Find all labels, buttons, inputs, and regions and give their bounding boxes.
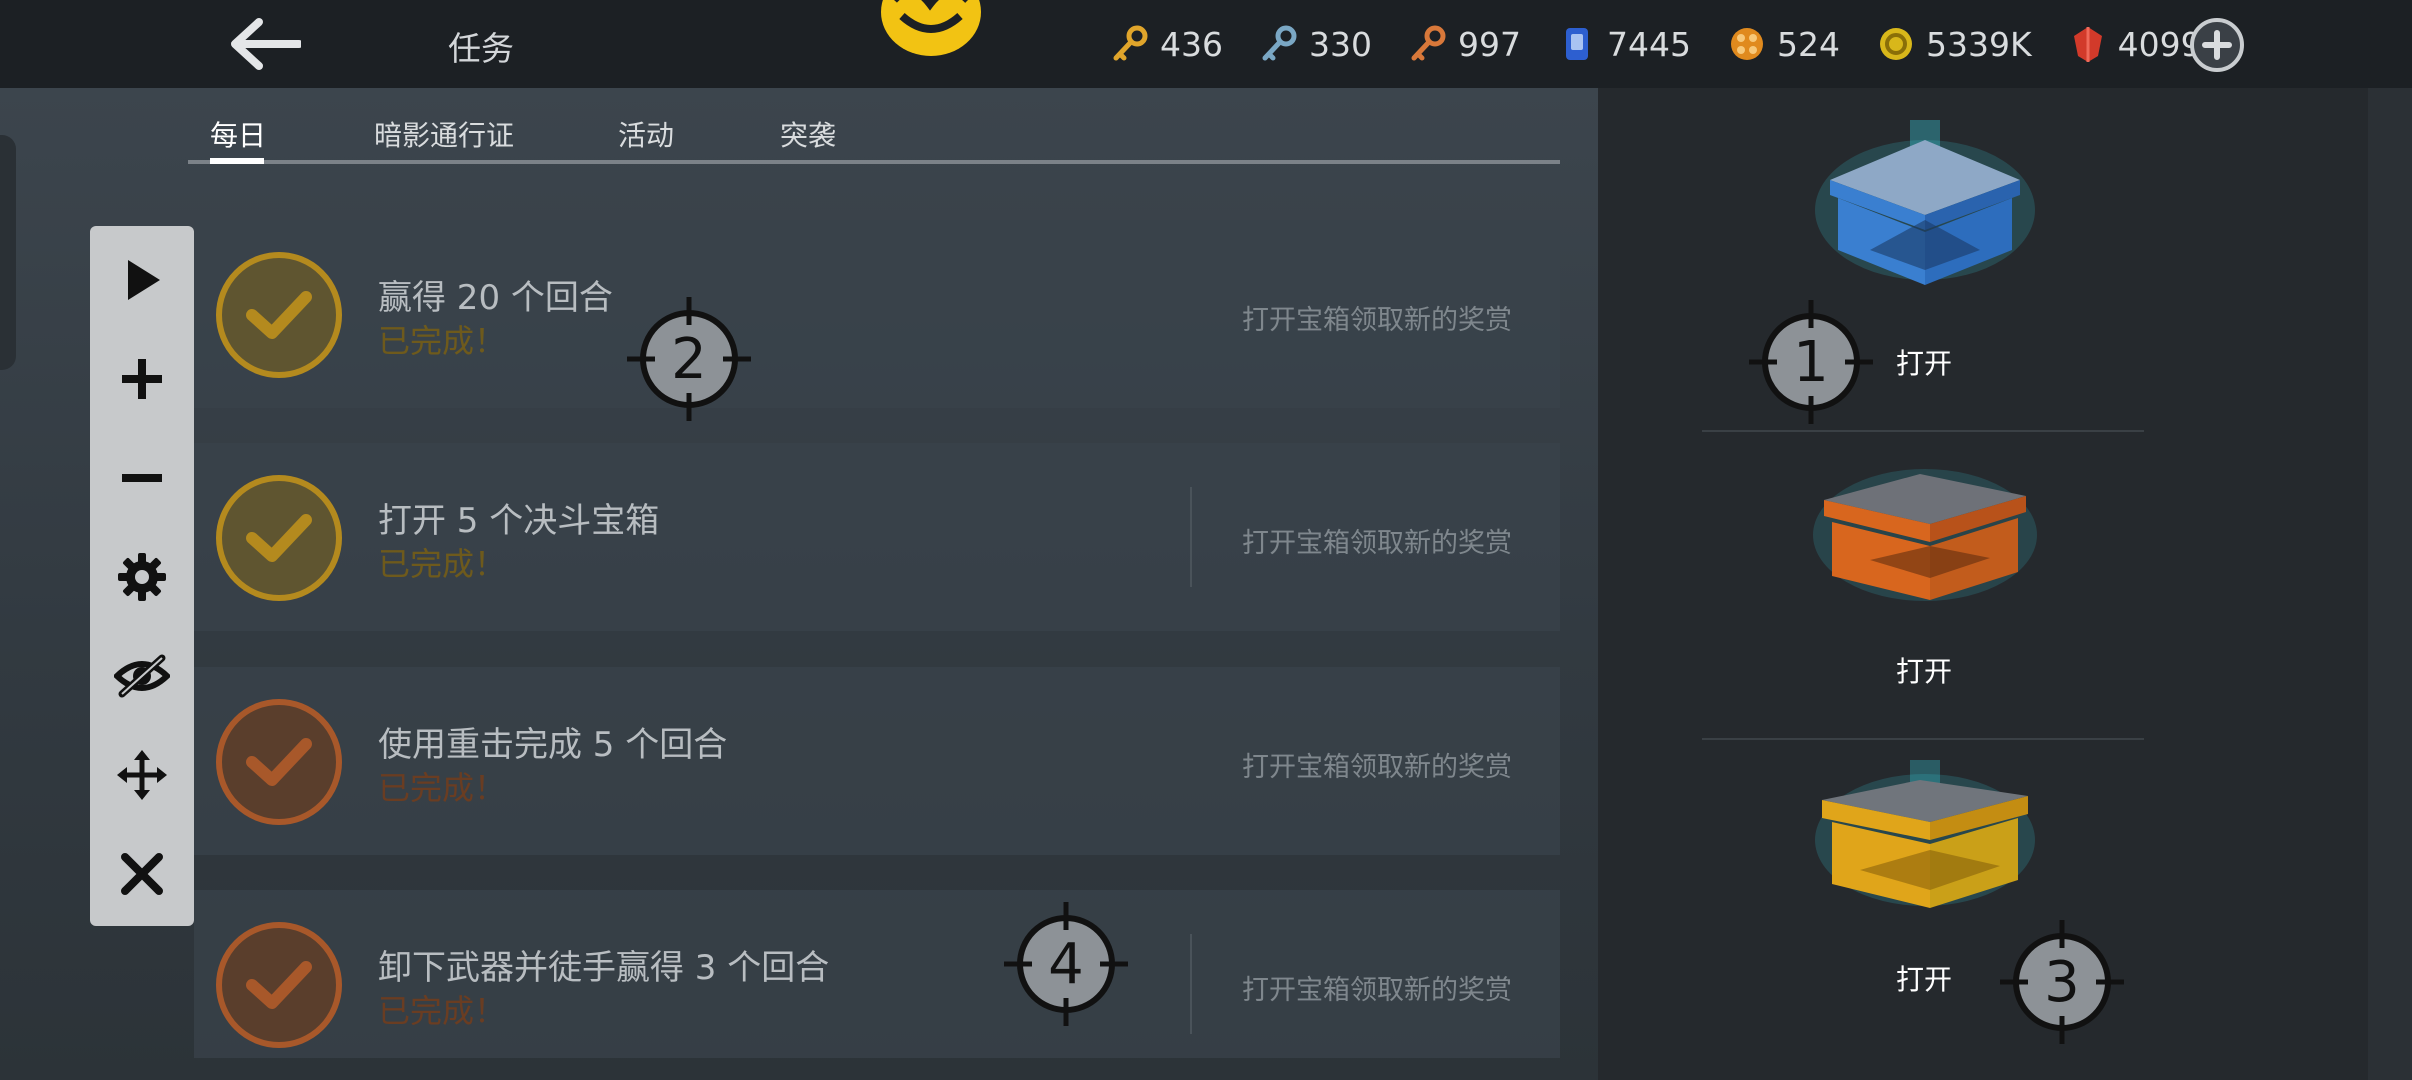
- resource-value: 330: [1309, 24, 1372, 64]
- open-chest-button[interactable]: 打开: [1864, 958, 1984, 998]
- checkmark-icon: [246, 961, 312, 1009]
- marker-label: 1: [1793, 329, 1829, 395]
- task-row: 打开 5 个决斗宝箱 已完成！ 打开宝箱领取新的奖赏: [194, 443, 1560, 631]
- resource-bronze-key: 997: [1408, 24, 1521, 64]
- resource-value: 997: [1458, 24, 1521, 64]
- marker-label: 4: [1048, 931, 1084, 997]
- card-icon: [1566, 28, 1588, 60]
- task-title: 打开 5 个决斗宝箱: [378, 501, 660, 541]
- zoom-in-button[interactable]: [112, 349, 172, 409]
- add-currency-button[interactable]: [2190, 18, 2244, 72]
- ruby-icon: [2073, 27, 2102, 62]
- plus-icon: [2202, 30, 2232, 60]
- marker-label: 2: [671, 326, 707, 392]
- task-status: 已完成！: [378, 992, 507, 1030]
- resource-rubies: 4099: [2068, 24, 2202, 64]
- crosshair-marker[interactable]: 4: [1004, 902, 1128, 1026]
- move-icon: [117, 750, 167, 800]
- checkmark-icon: [246, 514, 312, 562]
- task-divider: [1190, 934, 1192, 1034]
- move-button[interactable]: [112, 745, 172, 805]
- resource-cards: 7445: [1557, 24, 1691, 64]
- close-button[interactable]: [112, 844, 172, 904]
- tab-shadow-pass[interactable]: 暗影通行证: [374, 114, 514, 154]
- close-icon: [121, 853, 163, 895]
- marker-label: 3: [2044, 949, 2080, 1015]
- chest-separator: [1702, 738, 2144, 740]
- resource-blue-key: 330: [1259, 24, 1372, 64]
- task-complete-badge: [216, 699, 342, 825]
- top-bar: 任务 436 330 997 7445 524 5339K 4099: [0, 0, 2412, 88]
- minus-icon: [122, 474, 162, 482]
- task-reward-hint: 打开宝箱领取新的奖赏: [1242, 528, 1512, 559]
- tab-raid[interactable]: 突袭: [780, 114, 836, 154]
- task-row: 使用重击完成 5 个回合 已完成！ 打开宝箱领取新的奖赏: [194, 667, 1560, 855]
- open-chest-button[interactable]: 打开: [1864, 650, 1984, 690]
- task-status: 已完成！: [378, 545, 507, 583]
- play-icon: [128, 260, 160, 300]
- resource-coins: 5339K: [1876, 24, 2032, 64]
- gear-icon: [118, 553, 166, 601]
- task-title: 使用重击完成 5 个回合: [378, 725, 728, 765]
- resource-value: 7445: [1607, 24, 1691, 64]
- plus-icon: [122, 359, 162, 399]
- resource-value: 524: [1776, 24, 1840, 64]
- checkmark-icon: [246, 738, 312, 786]
- task-complete-badge: [216, 922, 342, 1048]
- task-reward-hint: 打开宝箱领取新的奖赏: [1242, 305, 1512, 336]
- checkmark-icon: [246, 291, 312, 339]
- task-complete-badge: [216, 475, 342, 601]
- game-logo-icon: [881, 0, 981, 56]
- gold-key-icon: [1113, 25, 1148, 61]
- resource-value: 436: [1160, 24, 1223, 64]
- arrow-left-icon: [231, 18, 301, 70]
- task-divider: [1190, 487, 1192, 587]
- eye-off-icon: [114, 654, 170, 698]
- task-row: 卸下武器并徒手赢得 3 个回合 已完成！ 打开宝箱领取新的奖赏: [194, 890, 1560, 1058]
- task-status: 已完成！: [378, 322, 507, 360]
- task-status: 已完成！: [378, 769, 507, 807]
- play-button[interactable]: [112, 250, 172, 310]
- crosshair-marker[interactable]: 1: [1749, 300, 1873, 424]
- resource-orbs: 524: [1727, 24, 1840, 64]
- task-row: 赢得 20 个回合 已完成！ 打开宝箱领取新的奖赏: [194, 220, 1560, 408]
- chest-separator: [1702, 430, 2144, 432]
- coin-icon: [1879, 28, 1912, 60]
- active-tab-indicator: [210, 158, 264, 164]
- task-complete-badge: [216, 252, 342, 378]
- crosshair-marker[interactable]: 2: [627, 297, 751, 421]
- edge-handle[interactable]: [0, 135, 16, 370]
- task-title: 赢得 20 个回合: [378, 278, 613, 318]
- blue-key-icon: [1262, 25, 1297, 61]
- open-chest-button[interactable]: 打开: [1864, 342, 1984, 382]
- settings-button[interactable]: [112, 547, 172, 607]
- resource-gold-key: 436: [1110, 24, 1223, 64]
- zoom-out-button[interactable]: [112, 448, 172, 508]
- back-button[interactable]: [222, 10, 308, 78]
- gold-chest-icon[interactable]: [1810, 760, 2040, 930]
- orb-icon: [1730, 28, 1763, 60]
- task-title: 卸下武器并徒手赢得 3 个回合: [378, 948, 830, 988]
- hide-button[interactable]: [112, 646, 172, 706]
- task-reward-hint: 打开宝箱领取新的奖赏: [1242, 752, 1512, 783]
- quest-tabs: 每日 暗影通行证 活动 突袭: [188, 88, 1560, 164]
- resource-value: 5339K: [1925, 24, 2032, 64]
- tab-daily[interactable]: 每日: [210, 114, 266, 154]
- tab-events[interactable]: 活动: [618, 114, 674, 154]
- orange-chest-icon[interactable]: [1810, 450, 2040, 620]
- bronze-key-icon: [1411, 25, 1446, 61]
- crosshair-marker[interactable]: 3: [2000, 920, 2124, 1044]
- chest-panel-edge: [2368, 88, 2412, 1080]
- resource-value: 4099: [2117, 24, 2202, 64]
- blue-chest-icon[interactable]: [1810, 120, 2040, 290]
- floating-toolbar: [90, 226, 194, 926]
- page-title: 任务: [448, 29, 514, 68]
- task-reward-hint: 打开宝箱领取新的奖赏: [1242, 975, 1512, 1006]
- resource-bar: 436 330 997 7445 524 5339K 4099: [1110, 18, 2238, 70]
